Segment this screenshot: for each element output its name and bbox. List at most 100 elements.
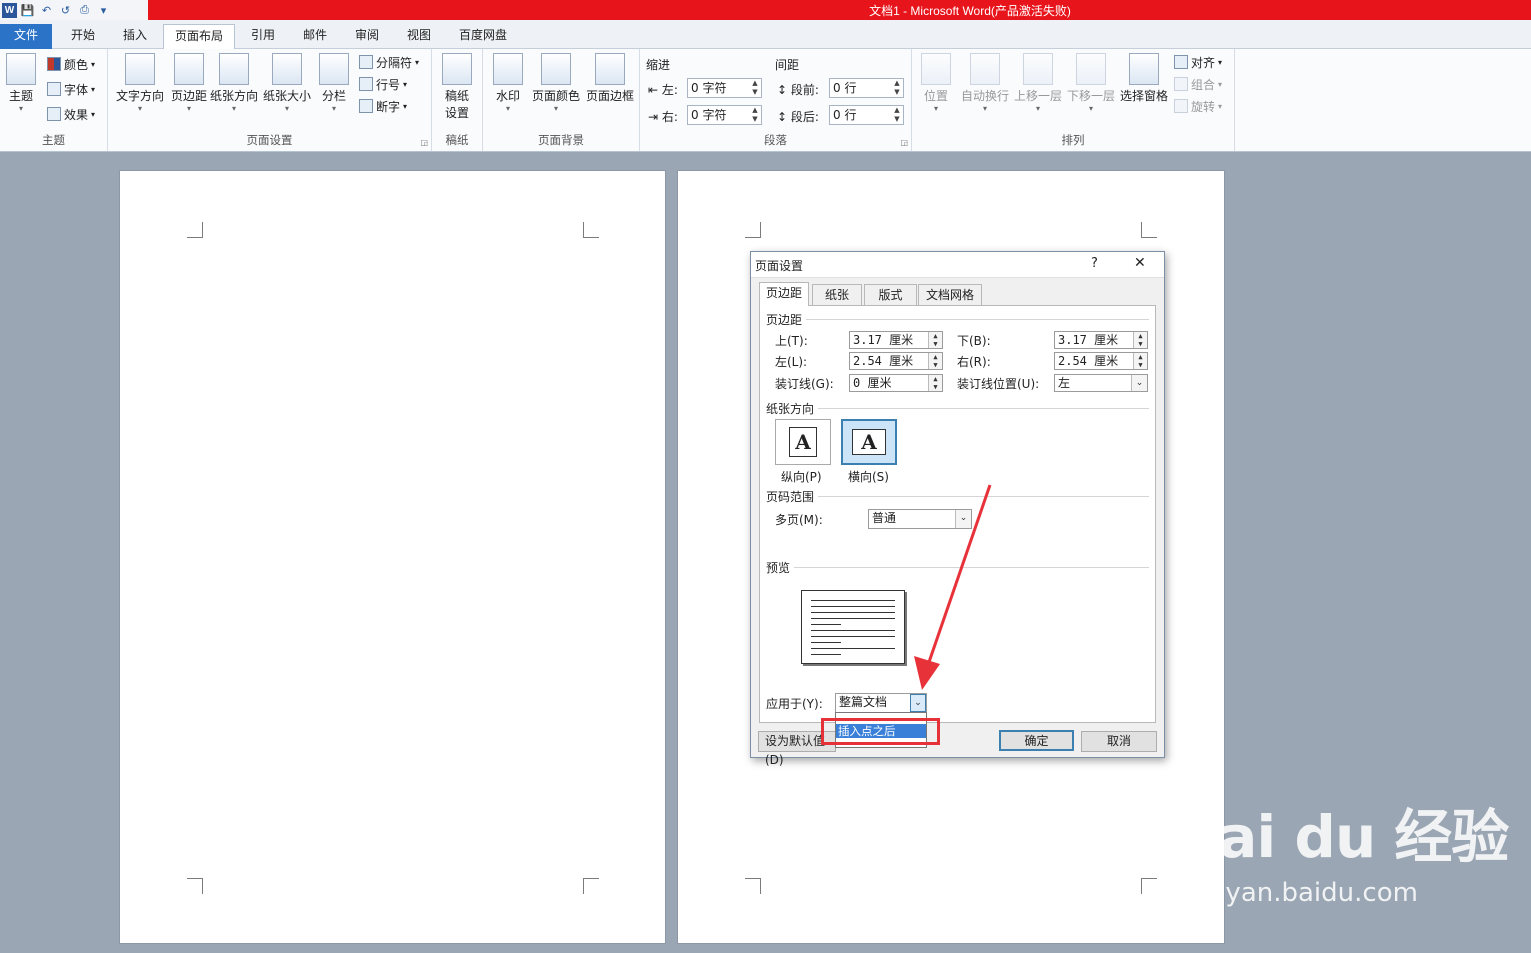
indent-right-label: ⇥ 右: <box>648 110 678 124</box>
theme-button[interactable]: 主题 ▾ <box>0 53 44 114</box>
spinner-icon[interactable]: ▲ ▼ <box>928 375 942 391</box>
tab-baidu-netdisk[interactable]: 百度网盘 <box>450 24 516 49</box>
tab-view[interactable]: 视图 <box>396 24 442 49</box>
line-numbers-button[interactable]: 行号 ▾ <box>359 74 407 94</box>
tab-paper[interactable]: 纸张 <box>812 284 862 306</box>
watermark-label: 水印 <box>495 89 520 103</box>
dialog-launcher-icon[interactable]: ◲ <box>420 138 428 147</box>
tab-home[interactable]: 开始 <box>60 24 106 49</box>
page-borders-button[interactable]: 页面边框 <box>583 53 637 104</box>
crop-mark <box>187 222 203 238</box>
tab-page-layout[interactable]: 页面布局 <box>163 24 235 49</box>
spinner-icon[interactable]: ▲ ▼ <box>749 79 761 97</box>
indent-right-input[interactable]: 0 字符 ▲ ▼ <box>687 105 762 125</box>
top-margin-label: 上(T): <box>775 334 808 348</box>
theme-fonts-button[interactable]: 字体 ▾ <box>47 79 95 99</box>
tab-mailings[interactable]: 邮件 <box>292 24 338 49</box>
bring-forward-button[interactable]: 上移一层 ▾ <box>1011 53 1065 114</box>
preview-section-title: 预览 <box>766 561 791 575</box>
spacing-before-input[interactable]: 0 行 ▲ ▼ <box>829 78 904 98</box>
selection-pane-button[interactable]: 选择窗格 <box>1117 53 1171 104</box>
tab-references[interactable]: 引用 <box>240 24 286 49</box>
crop-mark <box>583 878 599 894</box>
baidu-watermark-url: jingyan.baidu.com <box>1178 878 1418 908</box>
group-button[interactable]: 组合 ▾ <box>1174 74 1222 94</box>
page-background-group-label: 页面背景 <box>538 133 584 147</box>
pages-section-title: 页码范围 <box>766 490 815 504</box>
arrange-group-label: 排列 <box>1061 133 1085 147</box>
spinner-icon[interactable]: ▲ ▼ <box>928 353 942 369</box>
fonts-icon <box>47 82 61 96</box>
wrap-text-icon <box>970 53 1000 85</box>
chevron-down-icon[interactable]: ⌄ <box>1131 375 1147 391</box>
breaks-button[interactable]: 分隔符 ▾ <box>359 52 419 72</box>
right-margin-label: 右(R): <box>957 355 991 369</box>
undo-icon[interactable]: ↶ <box>38 2 55 18</box>
theme-effects-button[interactable]: 效果 ▾ <box>47 104 95 124</box>
watermark-button[interactable]: 水印 ▾ <box>483 53 533 114</box>
bottom-margin-input[interactable]: 3.17 厘米 ▲ ▼ <box>1054 331 1148 349</box>
page-color-button[interactable]: 页面颜色 ▾ <box>529 53 583 114</box>
position-icon <box>921 53 951 85</box>
indent-left-input[interactable]: 0 字符 ▲ ▼ <box>687 78 762 98</box>
draft-setup-button[interactable]: 稿纸 设置 <box>432 53 482 121</box>
spinner-icon[interactable]: ▲ ▼ <box>891 79 903 97</box>
print-preview-icon[interactable]: ⎙ <box>76 2 93 18</box>
rotate-button[interactable]: 旋转 ▾ <box>1174 96 1222 116</box>
margins-button[interactable]: 页边距 ▾ <box>164 53 214 114</box>
top-margin-input[interactable]: 3.17 厘米 ▲ ▼ <box>849 331 943 349</box>
paper-size-button[interactable]: 纸张大小 ▾ <box>261 53 313 114</box>
close-icon[interactable]: ✕ <box>1134 255 1146 271</box>
dialog-launcher-icon[interactable]: ◲ <box>900 138 908 147</box>
tab-insert[interactable]: 插入 <box>112 24 158 49</box>
gutter-position-select[interactable]: 左 ⌄ <box>1054 374 1148 392</box>
spinner-icon[interactable]: ▲ ▼ <box>749 106 761 124</box>
redo-icon[interactable]: ↺ <box>57 2 74 18</box>
dialog-title: 页面设置 <box>755 259 804 273</box>
cancel-button[interactable]: 取消 <box>1081 731 1157 752</box>
save-icon[interactable]: 💾 <box>19 2 36 18</box>
position-button[interactable]: 位置 ▾ <box>914 53 958 114</box>
portrait-label: 纵向(P) <box>781 470 822 484</box>
tab-margins[interactable]: 页边距 <box>759 282 809 306</box>
help-icon[interactable]: ? <box>1091 256 1098 271</box>
right-margin-input[interactable]: 2.54 厘米 ▲ ▼ <box>1054 352 1148 370</box>
spinner-icon[interactable]: ▲ ▼ <box>1133 332 1147 348</box>
text-direction-button[interactable]: 文字方向 ▾ <box>112 53 168 114</box>
line-numbers-label: 行号 <box>376 77 401 92</box>
tab-document-grid[interactable]: 文档网格 <box>918 284 982 306</box>
landscape-button[interactable]: A <box>841 419 897 465</box>
margins-icon <box>174 53 204 85</box>
bring-forward-label: 上移一层 <box>1013 89 1062 103</box>
page-borders-label: 页面边框 <box>585 89 634 103</box>
page-borders-icon <box>595 53 625 85</box>
orientation-button[interactable]: 纸张方向 ▾ <box>208 53 260 114</box>
document-page-1[interactable] <box>119 170 666 944</box>
portrait-button[interactable]: A <box>775 419 831 465</box>
rotate-icon <box>1174 99 1188 113</box>
spinner-icon[interactable]: ▲ ▼ <box>928 332 942 348</box>
align-button[interactable]: 对齐 ▾ <box>1174 52 1222 72</box>
hyphenation-button[interactable]: 断字 ▾ <box>359 96 407 116</box>
breaks-label: 分隔符 <box>376 55 413 70</box>
wrap-text-button[interactable]: 自动换行 ▾ <box>958 53 1012 114</box>
gutter-label: 装订线(G): <box>775 377 834 391</box>
draft-setup-label-1: 稿纸 <box>444 89 469 103</box>
spinner-icon[interactable]: ▲ ▼ <box>891 106 903 124</box>
customize-toolbar-icon[interactable]: ▾ <box>95 2 112 18</box>
tab-file[interactable]: 文件 <box>0 24 52 49</box>
spacing-after-input[interactable]: 0 行 ▲ ▼ <box>829 105 904 125</box>
gutter-input[interactable]: 0 厘米 ▲ ▼ <box>849 374 943 392</box>
theme-colors-button[interactable]: 颜色 ▾ <box>47 54 95 74</box>
spinner-icon[interactable]: ▲ ▼ <box>1133 353 1147 369</box>
send-backward-button[interactable]: 下移一层 ▾ <box>1064 53 1118 114</box>
ribbon-tab-row: 文件 开始 插入 页面布局 引用 邮件 审阅 视图 百度网盘 <box>0 20 1531 49</box>
tab-review[interactable]: 审阅 <box>344 24 390 49</box>
ok-button[interactable]: 确定 <box>999 730 1074 751</box>
window-title: 文档1 - Microsoft Word(产品激活失败) <box>869 4 1071 18</box>
fonts-label: 字体 <box>64 82 89 97</box>
columns-button[interactable]: 分栏 ▾ <box>309 53 359 114</box>
send-backward-label: 下移一层 <box>1066 89 1115 103</box>
left-margin-input[interactable]: 2.54 厘米 ▲ ▼ <box>849 352 943 370</box>
tab-layout[interactable]: 版式 <box>864 284 917 306</box>
